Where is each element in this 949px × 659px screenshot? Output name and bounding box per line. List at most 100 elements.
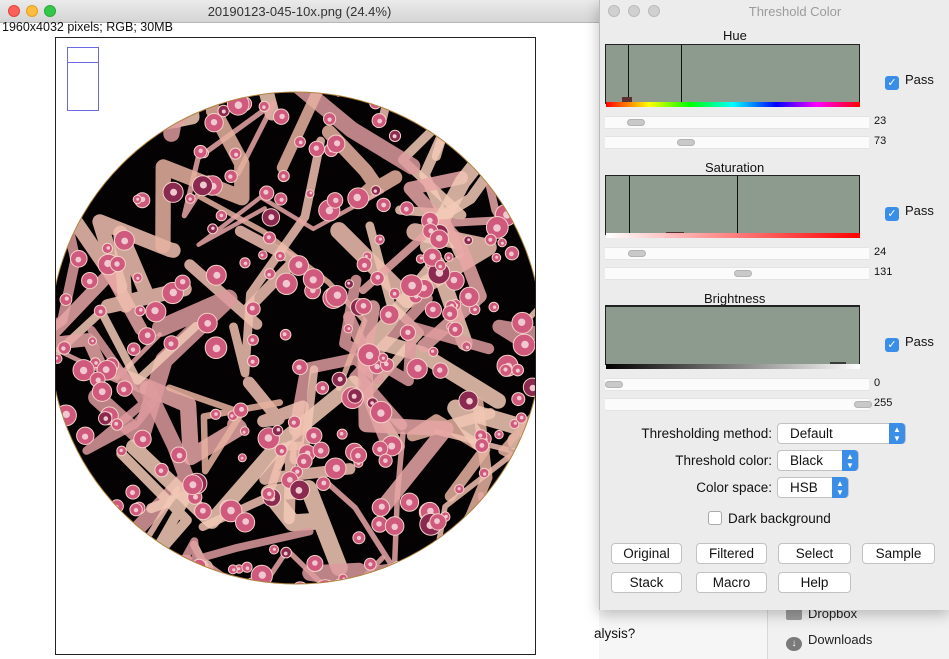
cell-nucleus bbox=[279, 449, 284, 454]
filtered-button[interactable]: Filtered bbox=[696, 543, 767, 564]
cell-nucleus bbox=[262, 105, 266, 109]
cell-nucleus bbox=[189, 481, 197, 489]
cell-nucleus bbox=[79, 366, 88, 375]
image-info: 1960x4032 pixels; RGB; 30MB bbox=[2, 20, 173, 34]
cell-nucleus bbox=[488, 237, 493, 242]
hue-max-value: 73 bbox=[874, 135, 887, 147]
cell-nucleus bbox=[518, 318, 526, 326]
cell-nucleus bbox=[282, 279, 291, 288]
cell-nucleus bbox=[392, 291, 397, 296]
cell-nucleus bbox=[136, 197, 140, 201]
cell-nucleus bbox=[130, 347, 136, 352]
saturation-max-value: 131 bbox=[874, 266, 893, 278]
threshold-color-select[interactable]: Black ▲ ▼ bbox=[777, 450, 859, 471]
saturation-pass-checkbox[interactable]: ✓ Pass bbox=[885, 203, 934, 221]
cell-nucleus bbox=[249, 305, 255, 311]
hue-max-slider[interactable] bbox=[605, 136, 869, 149]
cell-nucleus bbox=[438, 264, 443, 269]
cell-nucleus bbox=[221, 109, 226, 114]
slider-thumb[interactable] bbox=[605, 381, 623, 388]
cell-nucleus bbox=[296, 364, 302, 370]
cell-nucleus bbox=[283, 551, 288, 556]
chevron-updown-icon: ▲ ▼ bbox=[832, 477, 848, 498]
slider-thumb[interactable] bbox=[628, 250, 646, 257]
cell-nucleus bbox=[300, 458, 307, 465]
cell-nucleus bbox=[272, 547, 276, 551]
cell-nucleus bbox=[121, 386, 127, 393]
cell-nucleus bbox=[295, 261, 303, 269]
cell-nucleus bbox=[375, 274, 381, 280]
cell-nucleus bbox=[276, 427, 281, 432]
cell-nucleus bbox=[405, 329, 411, 335]
macro-button[interactable]: Macro bbox=[696, 572, 767, 593]
cell-nucleus bbox=[368, 562, 373, 567]
cell-nucleus bbox=[140, 436, 147, 443]
thresholding-method-select[interactable]: Default ▲ ▼ bbox=[777, 423, 906, 444]
cell-nucleus bbox=[457, 487, 461, 491]
hue-min-slider[interactable] bbox=[605, 116, 869, 129]
navigator-rectangle[interactable] bbox=[67, 47, 99, 111]
brightness-pass-checkbox[interactable]: ✓ Pass bbox=[885, 334, 934, 352]
cell-nucleus bbox=[245, 566, 250, 570]
cell-nucleus bbox=[376, 521, 382, 527]
chevron-updown-icon: ▲ ▼ bbox=[889, 423, 905, 444]
help-button[interactable]: Help bbox=[778, 572, 851, 593]
cell-nucleus bbox=[360, 303, 367, 309]
cell-nucleus bbox=[388, 442, 396, 450]
brightness-min-slider[interactable] bbox=[605, 378, 869, 391]
slider-thumb[interactable] bbox=[627, 119, 645, 126]
cell-nucleus bbox=[136, 276, 140, 280]
saturation-min-slider[interactable] bbox=[605, 247, 869, 260]
cell-nucleus bbox=[478, 433, 483, 438]
hue-histogram bbox=[605, 44, 860, 104]
slider-thumb[interactable] bbox=[734, 270, 752, 277]
cell-nucleus bbox=[333, 197, 339, 203]
original-button[interactable]: Original bbox=[611, 543, 682, 564]
brightness-label: Brightness bbox=[704, 291, 766, 306]
slider-thumb[interactable] bbox=[854, 401, 872, 408]
background-partial-text: alysis? bbox=[594, 626, 636, 641]
cell-nucleus bbox=[312, 560, 318, 566]
cell-nucleus bbox=[509, 251, 514, 257]
cell-nucleus bbox=[337, 376, 343, 382]
cell-nucleus bbox=[378, 237, 383, 241]
brightness-pass-label: Pass bbox=[905, 334, 934, 349]
cell-nucleus bbox=[381, 356, 385, 360]
cell-nucleus bbox=[266, 235, 271, 240]
cell-nucleus bbox=[392, 134, 397, 139]
cell-nucleus bbox=[230, 414, 234, 418]
select-button[interactable]: Select bbox=[778, 543, 851, 564]
cell-nucleus bbox=[264, 434, 273, 442]
cell-nucleus bbox=[374, 363, 380, 370]
saturation-min-value: 24 bbox=[874, 246, 887, 258]
color-space-select[interactable]: HSB ▲ ▼ bbox=[777, 477, 849, 498]
cell-nucleus bbox=[434, 518, 440, 524]
hue-selection bbox=[628, 45, 682, 103]
cell-nucleus bbox=[327, 117, 332, 122]
slider-thumb[interactable] bbox=[677, 139, 695, 146]
cell-nucleus bbox=[365, 351, 374, 360]
cell-nucleus bbox=[332, 464, 341, 472]
sample-button[interactable]: Sample bbox=[862, 543, 935, 564]
dark-background-checkbox[interactable]: Dark background bbox=[708, 511, 831, 526]
cell-nucleus bbox=[170, 188, 178, 196]
image-canvas[interactable] bbox=[55, 37, 536, 655]
saturation-max-slider[interactable] bbox=[605, 267, 869, 280]
threshold-window-titlebar[interactable]: Threshold Color bbox=[600, 0, 949, 22]
sidebar-item-downloads[interactable]: ↓ Downloads bbox=[786, 632, 872, 651]
brightness-max-slider[interactable] bbox=[605, 398, 872, 411]
image-window-title: 20190123-045-10x.png (24.4%) bbox=[207, 4, 392, 19]
cell-nucleus bbox=[446, 256, 450, 260]
cell-nucleus bbox=[430, 306, 436, 313]
cell-nucleus bbox=[250, 338, 255, 342]
cell-nucleus bbox=[447, 311, 453, 317]
cell-nucleus bbox=[351, 393, 357, 399]
cell-nucleus bbox=[198, 148, 203, 153]
cell-nucleus bbox=[114, 421, 119, 426]
cell-nucleus bbox=[193, 494, 198, 500]
cell-nucleus bbox=[62, 410, 70, 418]
stack-button[interactable]: Stack bbox=[611, 572, 682, 593]
thresholding-method-value: Default bbox=[790, 426, 833, 441]
hue-pass-checkbox[interactable]: ✓ Pass bbox=[885, 72, 934, 90]
saturation-spectrum bbox=[606, 233, 860, 238]
